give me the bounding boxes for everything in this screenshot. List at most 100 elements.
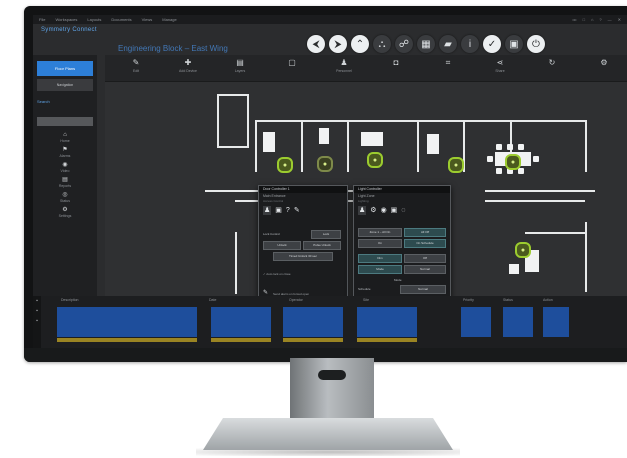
- column-header[interactable]: Site: [363, 298, 369, 302]
- target-icon[interactable]: ◉: [381, 206, 387, 215]
- sidebar-item-alarms[interactable]: ⚑ Alarms: [37, 146, 93, 159]
- tool-layers[interactable]: ▤ Layers: [223, 58, 257, 74]
- tool-personnel[interactable]: ♟ Personnel: [327, 58, 361, 74]
- card-icon[interactable]: ▣: [391, 206, 398, 215]
- person-icon: ♟: [340, 58, 348, 67]
- gear-icon[interactable]: ⚙: [370, 206, 376, 215]
- timed-unlock-button[interactable]: Timed Unlock 30 sec: [273, 252, 333, 261]
- wall: [347, 120, 349, 172]
- menu-views[interactable]: Views: [142, 15, 153, 24]
- person-icon[interactable]: ♟: [358, 206, 367, 215]
- arrow-right-icon[interactable]: ⮞: [329, 35, 347, 53]
- lightbulb-icon[interactable]: ●: [515, 242, 531, 258]
- sitemap-icon[interactable]: ⛬: [373, 35, 391, 53]
- sidebar-item-floor-plans[interactable]: Floor Plans: [37, 61, 93, 76]
- note-icon[interactable]: ▰: [439, 35, 457, 53]
- arrow-left-icon[interactable]: ⮜: [307, 35, 325, 53]
- column-header[interactable]: Date: [209, 298, 216, 302]
- more-icon[interactable]: •••: [572, 15, 576, 24]
- menu-workspaces[interactable]: Workspaces: [55, 15, 77, 24]
- info-icon[interactable]: i: [461, 35, 479, 53]
- sidebar-item-status[interactable]: ◎ Status: [37, 191, 93, 204]
- column-header[interactable]: Action: [543, 298, 553, 302]
- auto-lock-checkbox[interactable]: ✓ Auto lock on close: [263, 272, 291, 276]
- on-schedule-button[interactable]: On Schedule: [404, 239, 446, 248]
- menu-file[interactable]: File: [39, 15, 45, 24]
- pencil-icon[interactable]: ✎: [263, 289, 268, 296]
- tool-edit[interactable]: ✎ Edit: [119, 58, 153, 74]
- minimize-icon[interactable]: —: [608, 15, 612, 24]
- search-input[interactable]: [37, 117, 93, 126]
- person-icon[interactable]: ♟: [263, 206, 272, 215]
- mode-button[interactable]: Mode: [358, 265, 402, 274]
- lightbulb-icon[interactable]: ●: [448, 157, 464, 173]
- calendar-icon[interactable]: ▣: [505, 35, 523, 53]
- schedule-select[interactable]: Normal: [400, 285, 446, 294]
- on-button[interactable]: On: [358, 239, 402, 248]
- off-button[interactable]: Off: [404, 254, 446, 263]
- door-controller-panel: Door Controller 1 Main Entrance Access C…: [258, 185, 348, 314]
- check-icon[interactable]: ✓: [483, 35, 501, 53]
- tool-label: Personnel: [336, 69, 352, 73]
- grid-icon[interactable]: ▦: [417, 35, 435, 53]
- hierarchy-icon[interactable]: ☍: [395, 35, 413, 53]
- pulse-unlock-button[interactable]: Pulse Unlock: [303, 241, 341, 250]
- sidebar-item-navigation[interactable]: Navigation: [37, 79, 93, 91]
- lightbulb-icon[interactable]: ●: [317, 156, 333, 172]
- help-icon[interactable]: ?: [286, 206, 290, 215]
- chair: [518, 168, 524, 174]
- window-icon[interactable]: □: [583, 15, 585, 24]
- close-icon[interactable]: ✕: [618, 15, 621, 24]
- list-icon[interactable]: ▪: [33, 316, 41, 326]
- column-header[interactable]: Description: [61, 298, 79, 302]
- sidebar-item-video[interactable]: ◉ Video: [37, 161, 93, 174]
- mode-value-button[interactable]: Normal: [404, 265, 446, 274]
- pencil-icon[interactable]: ✎: [294, 206, 300, 215]
- lightbulb-icon[interactable]: ●: [505, 154, 521, 170]
- camera-icon: ◘: [393, 58, 399, 67]
- wall: [485, 190, 595, 192]
- help-icon[interactable]: ?: [599, 15, 601, 24]
- chevron-up-icon[interactable]: ⌃: [351, 35, 369, 53]
- flag-icon: ⚑: [62, 147, 68, 153]
- tool-tag[interactable]: ⌗: [431, 58, 465, 68]
- bell-icon[interactable]: ▪: [33, 296, 41, 306]
- sidebar-item-reports[interactable]: ▤ Reports: [37, 176, 93, 189]
- sidebar-item-label: Navigation: [56, 83, 74, 87]
- power-icon[interactable]: ⏻: [527, 35, 545, 53]
- page-title: Engineering Block – East Wing: [118, 44, 228, 53]
- home-icon[interactable]: ⌂: [591, 15, 593, 24]
- table-cell: [357, 332, 417, 337]
- dim-button[interactable]: Dim: [358, 254, 402, 263]
- tool-monitor[interactable]: ▢: [275, 58, 309, 68]
- menu-documents[interactable]: Documents: [111, 15, 131, 24]
- filter-icon[interactable]: ▪: [33, 306, 41, 316]
- monitor-icon: ▢: [288, 58, 296, 67]
- column-header[interactable]: Operator: [289, 298, 303, 302]
- menu-layouts[interactable]: Layouts: [87, 15, 101, 24]
- tool-add-device[interactable]: ✚ Add Device: [171, 58, 205, 74]
- alarm-table: ▪ ▪ ▪ Description Date Operator Site Pri…: [33, 296, 627, 348]
- circle-icon[interactable]: ◌: [401, 206, 405, 215]
- all-off-button[interactable]: All Off: [404, 228, 446, 237]
- desk: [427, 134, 439, 154]
- card-icon[interactable]: ▣: [275, 206, 282, 215]
- menu-manage[interactable]: Manage: [162, 15, 176, 24]
- lock-button[interactable]: Lock: [311, 230, 341, 239]
- table-row-alarm[interactable]: [47, 338, 621, 344]
- schedule-label: Schedule: [358, 287, 371, 291]
- tool-share[interactable]: ⋖ Share: [483, 58, 517, 74]
- column-header[interactable]: Priority: [463, 298, 474, 302]
- tool-settings[interactable]: ⚙: [587, 58, 621, 68]
- lightbulb-icon[interactable]: ●: [277, 157, 293, 173]
- tool-refresh[interactable]: ↻: [535, 58, 569, 68]
- all-on-button[interactable]: Zone 1 – All On: [358, 228, 402, 237]
- sidebar-item-settings[interactable]: ⚙ Settings: [37, 206, 93, 219]
- column-header[interactable]: Status: [503, 298, 513, 302]
- lightbulb-icon[interactable]: ●: [367, 152, 383, 168]
- desk: [361, 132, 383, 146]
- tool-camera[interactable]: ◘: [379, 58, 413, 68]
- sidebar-item-home[interactable]: ⌂ Home: [37, 131, 93, 144]
- unlock-button[interactable]: Unlock: [263, 241, 301, 250]
- lock-control-label: Lock Control: [263, 232, 280, 236]
